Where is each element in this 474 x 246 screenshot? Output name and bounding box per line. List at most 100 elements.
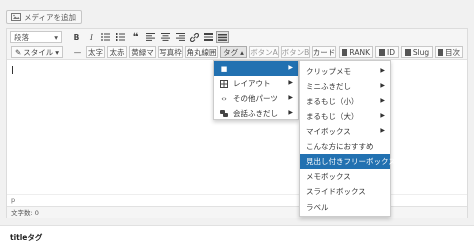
format-select-value: 段落 — [14, 32, 29, 42]
pen-icon: ✎ — [15, 47, 22, 57]
menu-item-label: その他パーツ — [233, 94, 278, 103]
submenu-label: まるもじ（大） — [306, 112, 359, 121]
button-b-button[interactable]: ボタンB — [281, 46, 310, 58]
path-label: p — [11, 196, 16, 204]
align-left-icon[interactable] — [144, 31, 157, 43]
submenu-label: まるもじ（小） — [306, 97, 359, 106]
style-label: スタイル — [23, 47, 54, 57]
submenu-label: ラベル — [306, 203, 329, 212]
menu-item-label: 会話ふきだし — [233, 109, 278, 118]
submenu-item[interactable]: こんな方におすすめ — [300, 139, 390, 154]
box-icon: ■ — [220, 64, 228, 73]
word-count-bar: 文字数: 0 — [7, 206, 467, 218]
submenu-item[interactable]: ミニふきだし ▶ — [300, 79, 390, 94]
bookmark-icon — [342, 48, 348, 56]
toolbar-toggle-icon[interactable] — [216, 31, 229, 43]
editor: 段落 ▾ B I ❝ ✎ スタイル ▾ — 太字 太赤 黄緑マ 写真枠 角丸線囲… — [6, 28, 468, 218]
title-tag-heading: titleタグ — [10, 233, 43, 242]
chevron-right-icon: ▶ — [288, 79, 293, 86]
dash-button[interactable]: — — [71, 46, 84, 58]
align-right-icon[interactable] — [174, 31, 187, 43]
button-label: ID — [387, 47, 395, 57]
grid-icon — [220, 79, 228, 88]
chevron-right-icon: ▶ — [288, 109, 293, 116]
submenu-item[interactable]: クリップメモ ▶ — [300, 64, 390, 79]
bookmark-icon — [379, 48, 385, 56]
text-cursor[interactable] — [12, 66, 13, 74]
italic-glyph: I — [90, 32, 93, 42]
submenu-item[interactable]: マイボックス ▶ — [300, 124, 390, 139]
chevron-right-icon: ▶ — [288, 64, 293, 71]
button-label: 写真枠 — [159, 47, 182, 57]
menu-item-box[interactable]: ■ ▶ — [214, 61, 298, 76]
bold-icon[interactable]: B — [70, 31, 83, 43]
rank-button[interactable]: RANK — [339, 46, 373, 58]
chevron-right-icon: ▶ — [380, 112, 385, 119]
element-path: p — [7, 194, 467, 205]
card-button[interactable]: カード — [312, 46, 336, 58]
button-label: 角丸線囲 — [186, 47, 217, 57]
add-media-button[interactable]: メディアを追加 — [6, 10, 82, 24]
submenu-item[interactable]: メモボックス — [300, 169, 390, 184]
submenu-label: スライドボックス — [306, 187, 366, 196]
tag-menu: ■ ▶ レイアウト ▶ ‹› その他パーツ ▶ 会話ふきだし ▶ — [213, 60, 299, 120]
submenu-item[interactable]: スライドボックス — [300, 184, 390, 199]
toc-button[interactable]: 目次 — [435, 46, 463, 58]
add-media-label: メディアを追加 — [24, 12, 76, 22]
button-label: ボタンB — [281, 47, 310, 57]
menu-item-label: レイアウト — [233, 79, 271, 88]
submenu-label: ミニふきだし — [306, 82, 351, 91]
bookmark-icon — [438, 48, 443, 56]
dash-glyph: — — [73, 47, 82, 57]
bold-glyph: B — [73, 32, 80, 42]
rounded-box-button[interactable]: 角丸線囲 — [185, 46, 218, 58]
button-a-button[interactable]: ボタンA — [249, 46, 279, 58]
title-tag-section: titleタグ — [0, 225, 474, 246]
button-label: 目次 — [445, 47, 460, 57]
chevron-right-icon: ▶ — [380, 97, 385, 104]
code-icon: ‹› — [221, 94, 227, 103]
tag-dropdown[interactable]: タグ ▴ — [220, 46, 247, 58]
submenu-label: こんな方におすすめ — [306, 142, 374, 151]
link-icon[interactable] — [188, 31, 201, 43]
bold-style-button[interactable]: 太字 — [86, 46, 105, 58]
format-select[interactable]: 段落 ▾ — [10, 31, 62, 43]
chevron-right-icon: ▶ — [380, 67, 385, 74]
bullet-list-icon[interactable] — [99, 31, 112, 43]
button-label: RANK — [349, 47, 370, 57]
button-label: 太赤 — [109, 47, 125, 57]
menu-item-layout[interactable]: レイアウト ▶ — [214, 76, 298, 91]
id-button[interactable]: ID — [375, 46, 399, 58]
toolbar-row-2: ✎ スタイル ▾ — 太字 太赤 黄緑マ 写真枠 角丸線囲 タグ ▴ ボタンA … — [7, 44, 467, 60]
submenu-item-highlighted[interactable]: 見出し付きフリーボックス — [300, 154, 396, 169]
chevron-up-icon: ▴ — [240, 47, 244, 57]
button-label: カード — [312, 47, 336, 57]
button-label: ボタンA — [250, 47, 278, 57]
chevron-down-icon: ▾ — [55, 47, 60, 57]
button-label: Slug — [412, 47, 430, 57]
horizontal-rule-icon[interactable] — [202, 31, 215, 43]
menu-item-other-parts[interactable]: ‹› その他パーツ ▶ — [214, 91, 298, 106]
photo-frame-button[interactable]: 写真枠 — [158, 46, 183, 58]
chevron-right-icon: ▶ — [380, 127, 385, 134]
button-label: 黄緑マ — [131, 47, 154, 57]
bold-red-button[interactable]: 太赤 — [107, 46, 127, 58]
align-center-icon[interactable] — [159, 31, 172, 43]
slug-button[interactable]: Slug — [401, 46, 433, 58]
submenu-label: メモボックス — [306, 172, 351, 181]
menu-item-chat-bubble[interactable]: 会話ふきだし ▶ — [214, 106, 298, 121]
submenu-item[interactable]: ラベル — [300, 200, 390, 215]
chevron-right-icon: ▶ — [380, 82, 385, 89]
bookmark-icon — [404, 48, 411, 56]
media-icon — [11, 13, 21, 21]
blockquote-icon[interactable]: ❝ — [129, 31, 142, 43]
style-dropdown[interactable]: ✎ スタイル ▾ — [11, 46, 64, 58]
italic-icon[interactable]: I — [85, 31, 98, 43]
yellow-marker-button[interactable]: 黄緑マ — [129, 46, 156, 58]
submenu-item[interactable]: まるもじ（小） ▶ — [300, 94, 390, 109]
toolbar-row-1: 段落 ▾ B I ❝ — [7, 29, 467, 45]
submenu-item[interactable]: まるもじ（大） ▶ — [300, 109, 390, 124]
button-label: 太字 — [88, 47, 103, 57]
numbered-list-icon[interactable] — [114, 31, 127, 43]
word-count: 文字数: 0 — [11, 209, 39, 217]
